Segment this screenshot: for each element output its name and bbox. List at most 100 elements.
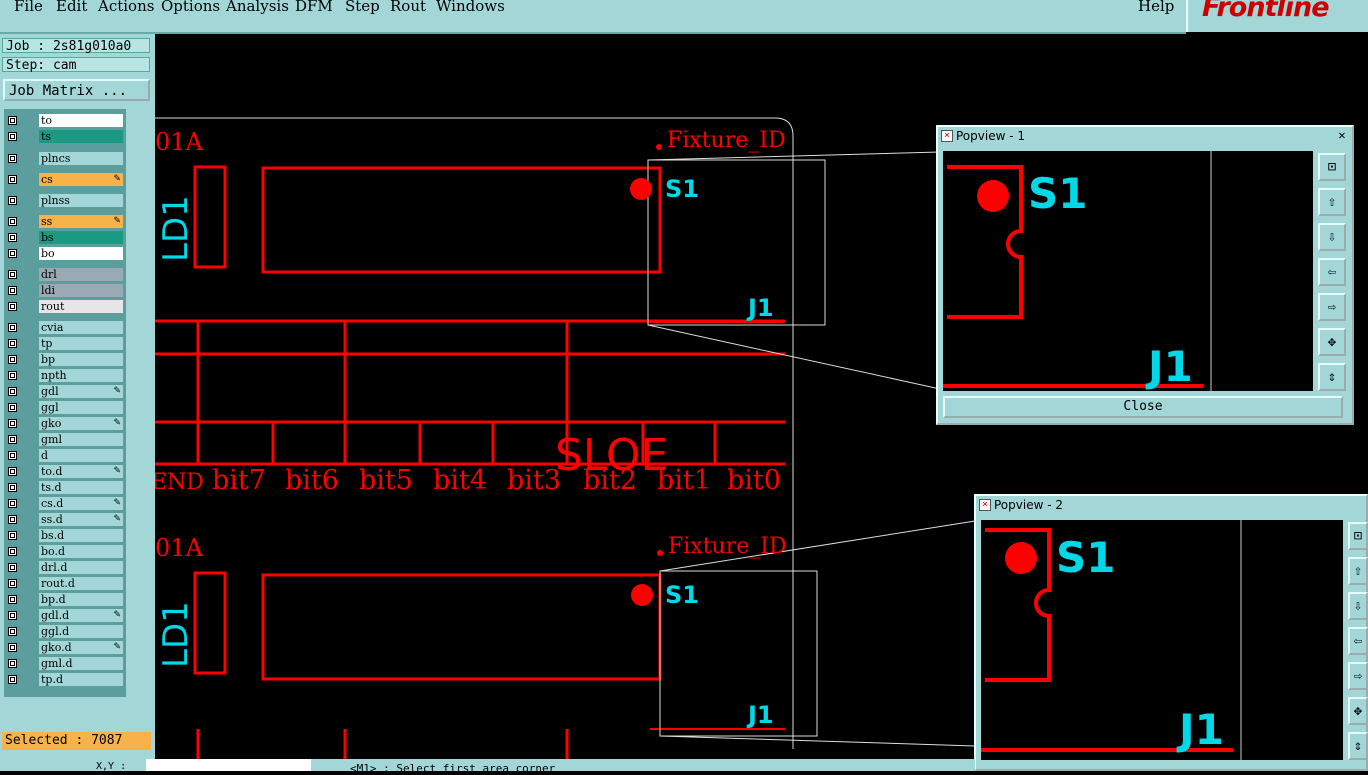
bit-label-bit6: bit6: [285, 465, 339, 496]
layer-row-rout-d[interactable]: rout.d: [4, 576, 126, 591]
layer-checkbox[interactable]: [8, 339, 17, 348]
layer-row-cs[interactable]: cs ✎: [4, 172, 126, 187]
layer-checkbox[interactable]: [8, 595, 17, 604]
layer-row-ggl[interactable]: ggl: [4, 400, 126, 415]
layer-row-tp-d[interactable]: tp.d: [4, 672, 126, 687]
xy-input[interactable]: [146, 759, 311, 771]
layer-checkbox[interactable]: [8, 419, 17, 428]
close-icon[interactable]: ✕: [1336, 129, 1348, 141]
pan-right-icon[interactable]: ⇨: [1348, 662, 1368, 690]
menu-help[interactable]: Help: [1138, 0, 1174, 15]
menu-options[interactable]: Options: [161, 0, 220, 15]
layer-checkbox[interactable]: [8, 515, 17, 524]
zoom-in-icon[interactable]: ✥: [1348, 697, 1368, 725]
layer-checkbox[interactable]: [8, 403, 17, 412]
layer-checkbox[interactable]: [8, 563, 17, 572]
layer-row-cvia[interactable]: cvia: [4, 320, 126, 335]
pan-left-icon[interactable]: ⇦: [1348, 627, 1368, 655]
zoom-out-icon[interactable]: ⇕: [1348, 732, 1368, 760]
layer-row-tp[interactable]: tp: [4, 336, 126, 351]
layer-row-gko[interactable]: gko ✎: [4, 416, 126, 431]
layer-checkbox[interactable]: [8, 627, 17, 636]
menu-actions[interactable]: Actions: [98, 0, 154, 15]
layer-checkbox[interactable]: [8, 249, 17, 258]
layer-row-bs-d[interactable]: bs.d: [4, 528, 126, 543]
layer-row-ts[interactable]: ts: [4, 129, 126, 144]
layer-row-bp-d[interactable]: bp.d: [4, 592, 126, 607]
layer-row-drl[interactable]: drl: [4, 267, 126, 282]
layer-checkbox[interactable]: [8, 675, 17, 684]
layer-row-bp[interactable]: bp: [4, 352, 126, 367]
layer-row-gml[interactable]: gml: [4, 432, 126, 447]
layer-checkbox[interactable]: [8, 196, 17, 205]
layer-checkbox[interactable]: [8, 387, 17, 396]
layer-row-plnss[interactable]: plnss: [4, 193, 126, 208]
layer-checkbox[interactable]: [8, 643, 17, 652]
zoom-fit-icon[interactable]: ⊡: [1318, 153, 1346, 181]
layer-checkbox[interactable]: [8, 579, 17, 588]
layer-checkbox[interactable]: [8, 302, 17, 311]
job-matrix-button[interactable]: Job Matrix ...: [3, 79, 150, 101]
menu-windows[interactable]: Windows: [436, 0, 505, 15]
layer-row-to-d[interactable]: to.d ✎: [4, 464, 126, 479]
zoom-fit-icon[interactable]: ⊡: [1348, 522, 1368, 550]
zoom-out-icon[interactable]: ⇕: [1318, 363, 1346, 391]
pan-left-icon[interactable]: ⇦: [1318, 258, 1346, 286]
layer-row-npth[interactable]: npth: [4, 368, 126, 383]
layer-checkbox[interactable]: [8, 132, 17, 141]
layer-checkbox[interactable]: [8, 659, 17, 668]
pan-right-icon[interactable]: ⇨: [1318, 293, 1346, 321]
layer-checkbox[interactable]: [8, 483, 17, 492]
layer-row-bs[interactable]: bs: [4, 230, 126, 245]
layer-row-ldi[interactable]: ldi: [4, 283, 126, 298]
layer-row-rout[interactable]: rout: [4, 299, 126, 314]
layer-checkbox[interactable]: [8, 547, 17, 556]
layer-row-plncs[interactable]: plncs: [4, 151, 126, 166]
layer-checkbox[interactable]: [8, 371, 17, 380]
layer-row-bo[interactable]: bo: [4, 246, 126, 261]
layer-row-drl-d[interactable]: drl.d: [4, 560, 126, 575]
layer-checkbox[interactable]: [8, 467, 17, 476]
menu-dfm[interactable]: DFM: [295, 0, 333, 15]
layer-checkbox[interactable]: [8, 355, 17, 364]
layer-row-gml-d[interactable]: gml.d: [4, 656, 126, 671]
menu-rout[interactable]: Rout: [390, 0, 426, 15]
zoom-in-icon[interactable]: ✥: [1318, 328, 1346, 356]
menu-step[interactable]: Step: [345, 0, 380, 15]
layer-name: rout: [39, 300, 123, 313]
layer-checkbox[interactable]: [8, 435, 17, 444]
layer-row-gdl[interactable]: gdl ✎: [4, 384, 126, 399]
layer-row-d[interactable]: d: [4, 448, 126, 463]
layer-row-ss-d[interactable]: ss.d ✎: [4, 512, 126, 527]
layer-row-ggl-d[interactable]: ggl.d: [4, 624, 126, 639]
close-button[interactable]: Close: [943, 396, 1343, 418]
layer-row-ts-d[interactable]: ts.d: [4, 480, 126, 495]
layer-row-gko-d[interactable]: gko.d ✎: [4, 640, 126, 655]
layer-checkbox[interactable]: [8, 611, 17, 620]
layer-row-gdl-d[interactable]: gdl.d ✎: [4, 608, 126, 623]
layer-checkbox[interactable]: [8, 451, 17, 460]
menu-analysis[interactable]: Analysis: [226, 0, 289, 15]
layer-row-ss[interactable]: ss ✎: [4, 214, 126, 229]
layer-checkbox[interactable]: [8, 175, 17, 184]
popview-1-canvas[interactable]: S1 J1: [943, 151, 1313, 391]
menu-edit[interactable]: Edit: [56, 0, 87, 15]
pan-down-icon[interactable]: ⇩: [1318, 223, 1346, 251]
layer-checkbox[interactable]: [8, 270, 17, 279]
layer-checkbox[interactable]: [8, 531, 17, 540]
popview-2-canvas[interactable]: S1 J1: [981, 520, 1343, 760]
pan-up-icon[interactable]: ⇧: [1348, 557, 1368, 585]
layer-row-bo-d[interactable]: bo.d: [4, 544, 126, 559]
layer-checkbox[interactable]: [8, 323, 17, 332]
menu-file[interactable]: File: [14, 0, 43, 15]
layer-checkbox[interactable]: [8, 233, 17, 242]
layer-checkbox[interactable]: [8, 286, 17, 295]
pan-down-icon[interactable]: ⇩: [1348, 592, 1368, 620]
layer-checkbox[interactable]: [8, 116, 17, 125]
layer-row-cs-d[interactable]: cs.d ✎: [4, 496, 126, 511]
layer-checkbox[interactable]: [8, 217, 17, 226]
layer-checkbox[interactable]: [8, 154, 17, 163]
layer-row-to[interactable]: to: [4, 113, 126, 128]
pan-up-icon[interactable]: ⇧: [1318, 188, 1346, 216]
layer-checkbox[interactable]: [8, 499, 17, 508]
